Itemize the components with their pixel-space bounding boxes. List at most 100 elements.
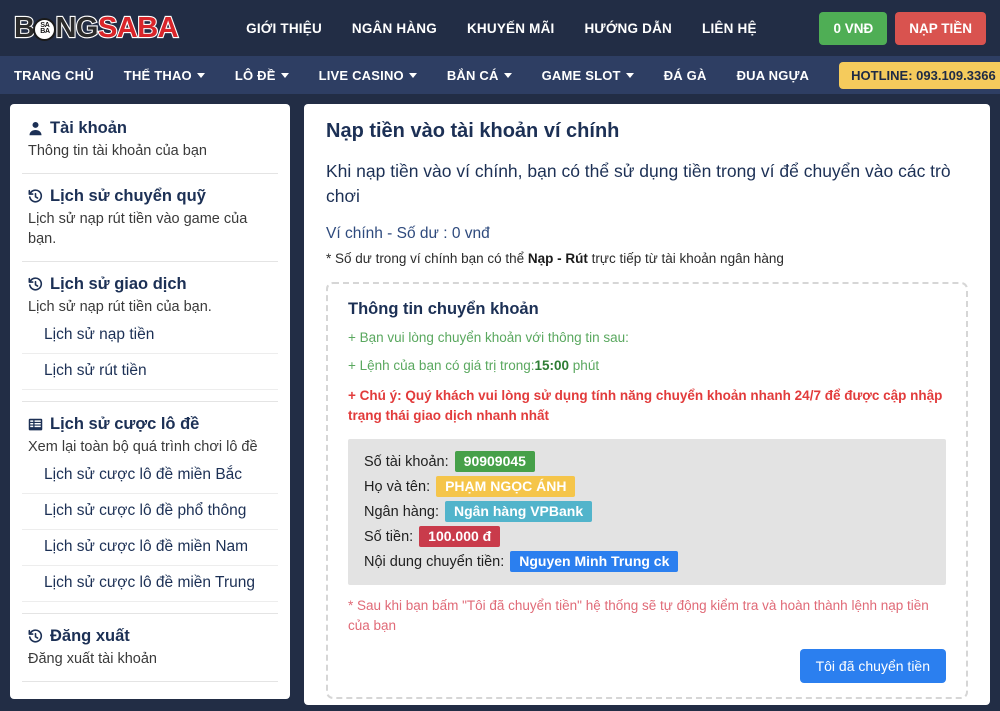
transfer-info-title: Thông tin chuyển khoản [348, 299, 539, 318]
transfer-instruction-2: + Lệnh của bạn có giá trị trong:15:00 ph… [348, 358, 946, 373]
subnav-item-ban-ca[interactable]: BẮN CÁ [447, 68, 512, 83]
hotline-badge[interactable]: HOTLINE: 093.109.3366 [839, 61, 1000, 89]
user-icon [28, 121, 43, 136]
nav-item-huong-dan[interactable]: HƯỚNG DẪN [584, 21, 672, 36]
sidebar-item-desc: Lịch sử nạp rút tiền của bạn. [28, 299, 212, 315]
sidebar-item-label: Đăng xuất [50, 626, 130, 645]
sidebar-heading[interactable]: Lịch sử chuyển quỹ [28, 186, 272, 207]
ball-text-bottom: BA [40, 28, 50, 35]
detail-label: Họ và tên: [364, 478, 431, 495]
nav-item-khuyen-mai[interactable]: KHUYẾN MÃI [467, 21, 555, 36]
subnav-item-da-ga[interactable]: ĐÁ GÀ [664, 68, 707, 83]
subnav-item-dua-ngua[interactable]: ĐUA NGỰA [737, 68, 810, 83]
wallet-note-prefix: * Số dư trong ví chính bạn có thể [326, 250, 528, 266]
sidebar-heading[interactable]: Lịch sử cược lô đề [28, 414, 272, 435]
sidebar-item-label: Tài khoản [50, 119, 128, 137]
primary-nav: GIỚI THIỆU NGÂN HÀNG KHUYẾN MÃI HƯỚNG DẪ… [246, 21, 757, 36]
logo-text-ng: NG [54, 11, 99, 44]
sidebar-item-desc: Lịch sử nạp rút tiền vào game của bạn. [28, 211, 248, 247]
sidebar-subitem-lo-de-pho-thong[interactable]: Lịch sử cược lô đề phổ thông [22, 494, 278, 530]
header-actions: 0 VNĐ NẠP TIỀN [819, 11, 986, 45]
detail-row-transfer-content: Nội dung chuyển tiền: Nguyen Minh Trung … [364, 551, 930, 573]
chevron-down-icon [625, 72, 634, 78]
transfer-content-value[interactable]: Nguyen Minh Trung ck [510, 551, 679, 573]
sidebar-heading[interactable]: Lịch sử giao dịch [28, 274, 272, 295]
nav-item-lien-he[interactable]: LIÊN HỆ [702, 21, 757, 36]
confirm-transfer-button[interactable]: Tôi đã chuyển tiền [799, 649, 946, 684]
wallet-note-suffix: trực tiếp từ tài khoản ngân hàng [587, 250, 784, 266]
sidebar-item-desc: Thông tin tài khoản của bạn [28, 143, 207, 160]
account-number-value[interactable]: 90909045 [454, 451, 535, 473]
sidebar-subitem-lich-su-rut-tien[interactable]: Lịch sử rút tiền [22, 354, 278, 390]
sidebar-item-lich-su-chuyen-quy[interactable]: Lịch sử chuyển quỹ Lịch sử nạp rút tiền … [10, 186, 290, 250]
account-name-value[interactable]: PHẠM NGỌC ÁNH [436, 476, 576, 498]
wallet-balance-line: Ví chính - Số dư : 0 vnđ [326, 224, 490, 242]
sidebar-item-tai-khoan[interactable]: Tài khoản Thông tin tài khoản của bạn [10, 118, 290, 162]
transfer-instruction-1: + Bạn vui lòng chuyển khoản với thông ti… [348, 329, 629, 345]
confirm-button-row: Tôi đã chuyển tiền [348, 649, 946, 684]
detail-label: Số tiền: [364, 528, 414, 545]
chevron-down-icon [280, 72, 289, 78]
subnav-label: LÔ ĐỀ [234, 67, 276, 83]
confirm-note: * Sau khi bạn bấm "Tôi đã chuyển tiền" h… [348, 598, 929, 633]
bank-details-card: Số tài khoản: 90909045 Họ và tên: PHẠM N… [348, 439, 946, 586]
amount-value[interactable]: 100.000 đ [419, 526, 501, 548]
detail-label: Ngân hàng: [364, 503, 439, 520]
balance-button[interactable]: 0 VNĐ [819, 11, 888, 45]
chevron-down-icon [408, 72, 417, 78]
subnav-label: LIVE CASINO [318, 67, 404, 83]
order-validity-suffix: phút [569, 357, 600, 373]
detail-row-account-name: Họ và tên: PHẠM NGỌC ÁNH [364, 476, 930, 498]
chevron-down-icon [196, 72, 205, 78]
detail-row-amount: Số tiền: 100.000 đ [364, 526, 930, 548]
bank-name-value[interactable]: Ngân hàng VPBank [444, 501, 593, 523]
account-sidebar: Tài khoản Thông tin tài khoản của bạn Lị… [10, 104, 290, 699]
deposit-panel: Nạp tiền vào tài khoản ví chính Khi nạp … [304, 104, 990, 705]
sidebar-item-desc: Xem lại toàn bộ quá trình chơi lô đề [28, 439, 258, 455]
secondary-nav: TRANG CHỦ THỂ THAO LÔ ĐỀ LIVE CASINO BẮN… [0, 56, 1000, 94]
subnav-item-live-casino[interactable]: LIVE CASINO [319, 68, 417, 83]
subnav-label: BẮN CÁ [446, 67, 499, 83]
sidebar-item-lich-su-giao-dich[interactable]: Lịch sử giao dịch Lịch sử nạp rút tiền c… [10, 274, 290, 318]
sidebar-item-lich-su-cuoc-lo-de[interactable]: Lịch sử cược lô đề Xem lại toàn bộ quá t… [10, 414, 290, 458]
logo-text-saba: SABA [97, 11, 180, 44]
table-icon [28, 417, 43, 432]
wallet-note: * Số dư trong ví chính bạn có thể Nạp - … [326, 251, 968, 266]
wallet-note-bold: Nạp - Rút [527, 250, 588, 266]
order-validity-prefix: + Lệnh của bạn có giá trị trong: [348, 357, 535, 373]
sidebar-heading[interactable]: Đăng xuất [28, 626, 272, 647]
subnav-item-trang-chu[interactable]: TRANG CHỦ [14, 68, 94, 83]
page-title: Nạp tiền vào tài khoản ví chính [326, 120, 620, 142]
divider [22, 400, 278, 402]
sidebar-item-dang-xuat[interactable]: Đăng xuất Đăng xuất tài khoản [10, 626, 290, 670]
subnav-label: GAME SLOT [541, 67, 621, 83]
sidebar-item-label: Lịch sử giao dịch [50, 274, 187, 293]
detail-label: Số tài khoản: [364, 453, 449, 470]
sidebar-subitem-lich-su-nap-tien[interactable]: Lịch sử nạp tiền [22, 318, 278, 354]
sidebar-subitem-lo-de-mien-trung[interactable]: Lịch sử cược lô đề miền Trung [22, 566, 278, 602]
history-icon [28, 277, 43, 292]
subnav-item-game-slot[interactable]: GAME SLOT [542, 68, 634, 83]
sidebar-item-label: Lịch sử cược lô đề [50, 414, 200, 433]
site-logo[interactable]: B SA BA NG SABA [13, 11, 180, 44]
nav-item-gioi-thieu[interactable]: GIỚI THIỆU [246, 21, 322, 36]
deposit-button[interactable]: NẠP TIỀN [895, 11, 986, 45]
page-body: Tài khoản Thông tin tài khoản của bạn Lị… [0, 94, 1000, 711]
divider [22, 173, 278, 174]
soccer-ball-icon: SA BA [33, 17, 57, 41]
subnav-label: THỂ THAO [123, 67, 192, 83]
nav-item-ngan-hang[interactable]: NGÂN HÀNG [352, 21, 437, 36]
subnav-item-lo-de[interactable]: LÔ ĐỀ [235, 68, 289, 83]
detail-row-account-number: Số tài khoản: 90909045 [364, 451, 930, 473]
sidebar-subitem-lo-de-mien-nam[interactable]: Lịch sử cược lô đề miền Nam [22, 530, 278, 566]
sidebar-heading[interactable]: Tài khoản [28, 118, 272, 139]
detail-label: Nội dung chuyển tiền: [364, 553, 505, 570]
sidebar-subitem-lo-de-mien-bac[interactable]: Lịch sử cược lô đề miền Bắc [22, 458, 278, 494]
subnav-item-the-thao[interactable]: THỂ THAO [124, 68, 205, 83]
divider [22, 680, 278, 682]
logo-text-b: B [13, 11, 36, 44]
transfer-warning: + Chú ý: Quý khách vui lòng sử dụng tính… [348, 387, 943, 423]
subnav-label: ĐÁ GÀ [663, 67, 707, 83]
divider [22, 612, 278, 614]
transfer-info-box: Thông tin chuyển khoản + Bạn vui lòng ch… [326, 281, 968, 700]
